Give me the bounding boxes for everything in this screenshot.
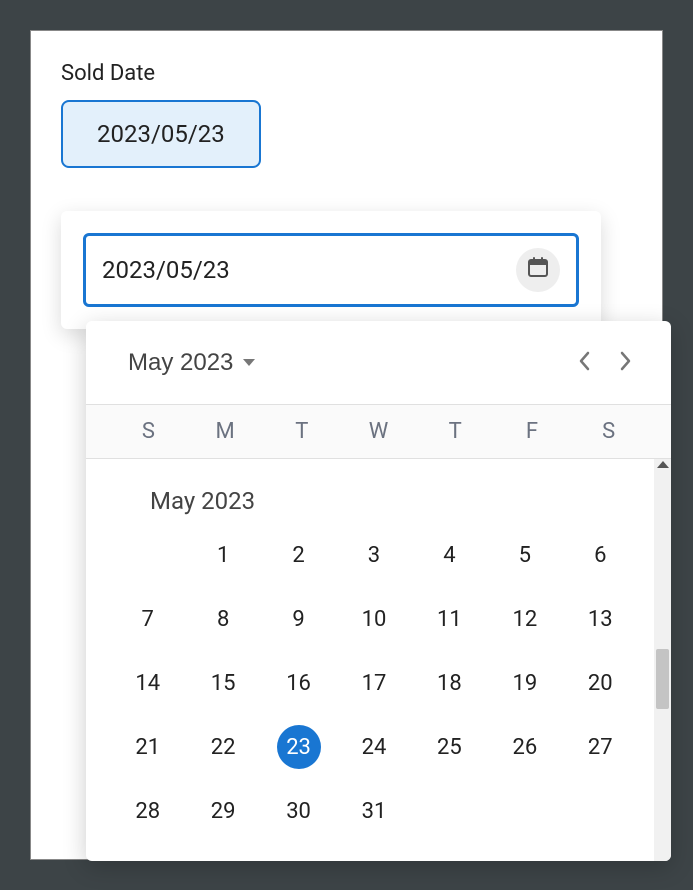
day-21[interactable]: 21 — [126, 725, 170, 769]
day-cell: 13 — [563, 597, 638, 641]
day-cell: 31 — [336, 789, 411, 833]
month-select-button[interactable]: May 2023 — [128, 349, 255, 377]
day-20[interactable]: 20 — [578, 661, 622, 705]
day-cell: 10 — [336, 597, 411, 641]
chevron-left-icon — [577, 359, 591, 374]
day-19[interactable]: 19 — [503, 661, 547, 705]
calendar-header: May 2023 — [86, 321, 671, 404]
day-15[interactable]: 15 — [201, 661, 245, 705]
calendar-body: May 2023 1234567891011121314151617181920… — [86, 459, 671, 861]
day-cell: 30 — [261, 789, 336, 833]
day-24[interactable]: 24 — [352, 725, 396, 769]
day-cell: 8 — [185, 597, 260, 641]
day-31[interactable]: 31 — [352, 789, 396, 833]
day-1[interactable]: 1 — [201, 533, 245, 577]
day-11[interactable]: 11 — [427, 597, 471, 641]
day-cell: 18 — [412, 661, 487, 705]
day-29[interactable]: 29 — [201, 789, 245, 833]
day-30[interactable]: 30 — [277, 789, 321, 833]
day-2[interactable]: 2 — [277, 533, 321, 577]
day-cell: 15 — [185, 661, 260, 705]
month-select-label: May 2023 — [128, 349, 233, 377]
calendar-popover: May 2023 SMTWTFS May 2023 12345678910111… — [86, 321, 671, 861]
day-16[interactable]: 16 — [277, 661, 321, 705]
sold-date-chip-text: 2023/05/23 — [97, 120, 225, 148]
day-cell: 28 — [110, 789, 185, 833]
chevron-right-icon — [619, 359, 633, 374]
days-grid: 1234567891011121314151617181920212223242… — [110, 533, 638, 833]
calendar-scroll-area[interactable]: May 2023 1234567891011121314151617181920… — [86, 459, 654, 861]
weekday-header-cell: M — [187, 419, 264, 444]
date-picker-card: 2023/05/23 — [61, 211, 601, 329]
weekday-header-cell: T — [417, 419, 494, 444]
day-cell: 20 — [563, 661, 638, 705]
day-cell: 9 — [261, 597, 336, 641]
day-6[interactable]: 6 — [578, 533, 622, 577]
day-28[interactable]: 28 — [126, 789, 170, 833]
day-9[interactable]: 9 — [277, 597, 321, 641]
day-cell: 14 — [110, 661, 185, 705]
day-cell: 21 — [110, 725, 185, 769]
day-cell: 3 — [336, 533, 411, 577]
panel: Sold Date 2023/05/23 2023/05/23 May — [30, 30, 663, 860]
weekday-header-cell: S — [110, 419, 187, 444]
month-body-label: May 2023 — [110, 469, 638, 533]
prev-month-button[interactable] — [563, 343, 605, 382]
day-5[interactable]: 5 — [503, 533, 547, 577]
day-cell: 25 — [412, 725, 487, 769]
calendar-toggle-button[interactable] — [516, 248, 560, 292]
scrollbar[interactable] — [654, 459, 671, 861]
date-input-text: 2023/05/23 — [102, 256, 516, 284]
day-cell: 24 — [336, 725, 411, 769]
scroll-up-arrow-icon[interactable] — [657, 461, 669, 468]
day-26[interactable]: 26 — [503, 725, 547, 769]
day-blank — [110, 533, 185, 577]
day-cell: 12 — [487, 597, 562, 641]
day-14[interactable]: 14 — [126, 661, 170, 705]
day-12[interactable]: 12 — [503, 597, 547, 641]
day-cell: 16 — [261, 661, 336, 705]
day-23[interactable]: 23 — [277, 725, 321, 769]
chevron-down-icon — [243, 359, 255, 366]
day-27[interactable]: 27 — [578, 725, 622, 769]
day-13[interactable]: 13 — [578, 597, 622, 641]
weekday-header-cell: F — [494, 419, 571, 444]
next-month-button[interactable] — [605, 343, 647, 382]
day-cell: 7 — [110, 597, 185, 641]
day-10[interactable]: 10 — [352, 597, 396, 641]
day-25[interactable]: 25 — [427, 725, 471, 769]
weekday-header-cell: T — [263, 419, 340, 444]
weekday-header-row: SMTWTFS — [86, 404, 671, 459]
day-cell: 6 — [563, 533, 638, 577]
day-cell: 22 — [185, 725, 260, 769]
sold-date-chip[interactable]: 2023/05/23 — [61, 100, 261, 168]
day-18[interactable]: 18 — [427, 661, 471, 705]
day-22[interactable]: 22 — [201, 725, 245, 769]
field-label: Sold Date — [61, 61, 632, 86]
day-cell: 1 — [185, 533, 260, 577]
day-cell: 17 — [336, 661, 411, 705]
day-3[interactable]: 3 — [352, 533, 396, 577]
day-cell: 4 — [412, 533, 487, 577]
day-cell: 5 — [487, 533, 562, 577]
day-cell: 19 — [487, 661, 562, 705]
calendar-icon — [526, 255, 550, 285]
day-cell: 26 — [487, 725, 562, 769]
day-cell: 2 — [261, 533, 336, 577]
weekday-header-cell: S — [570, 419, 647, 444]
day-4[interactable]: 4 — [427, 533, 471, 577]
day-7[interactable]: 7 — [126, 597, 170, 641]
weekday-header-cell: W — [340, 419, 417, 444]
day-8[interactable]: 8 — [201, 597, 245, 641]
day-cell: 27 — [563, 725, 638, 769]
day-cell: 29 — [185, 789, 260, 833]
date-input[interactable]: 2023/05/23 — [83, 233, 579, 307]
day-cell: 23 — [261, 725, 336, 769]
day-cell: 11 — [412, 597, 487, 641]
day-17[interactable]: 17 — [352, 661, 396, 705]
scroll-thumb[interactable] — [656, 649, 669, 709]
